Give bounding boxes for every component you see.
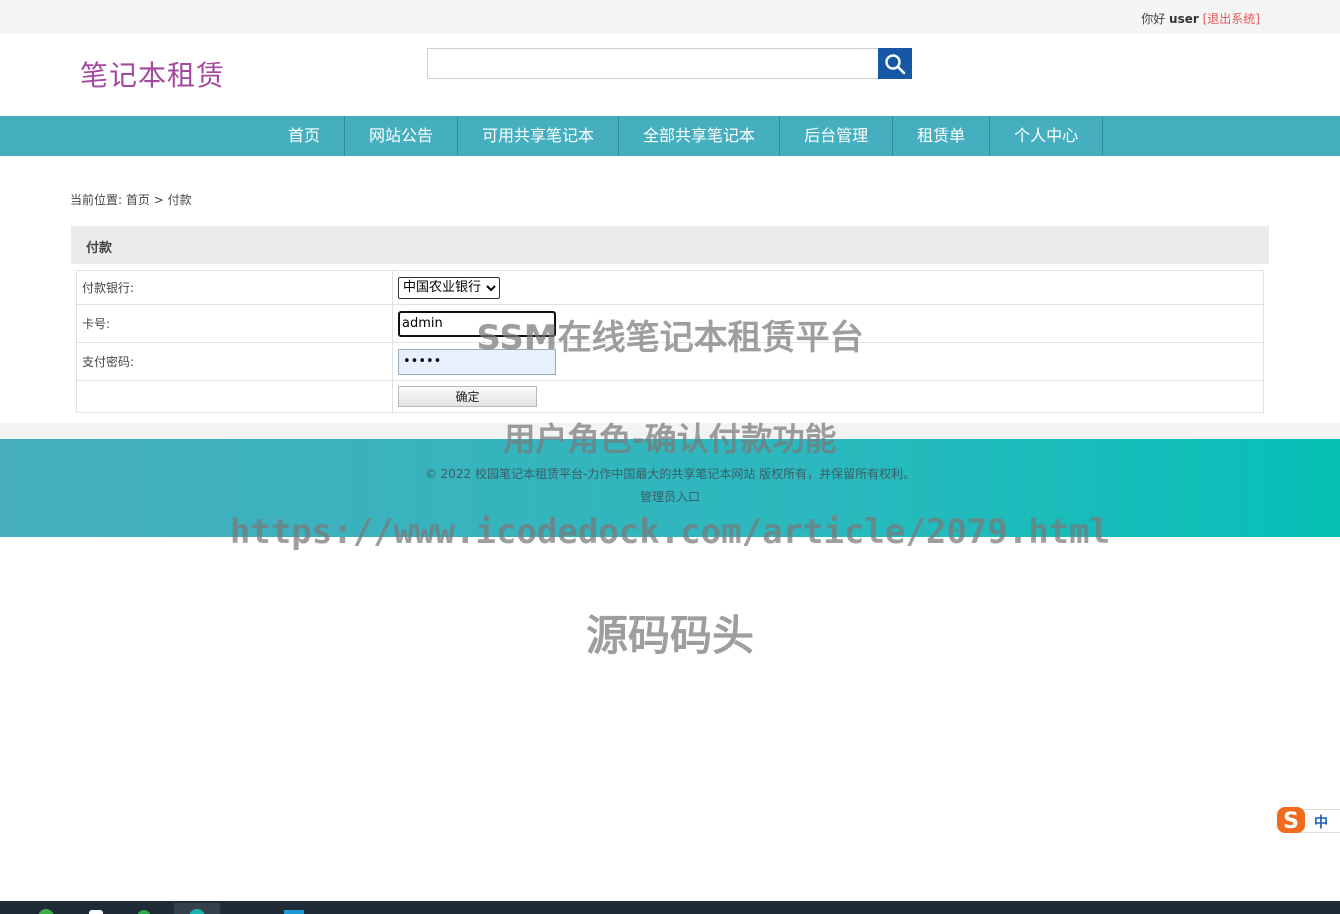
header: 笔记本租赁 xyxy=(0,34,1340,116)
top-bar: 你好 user [退出系统] xyxy=(0,0,1340,34)
taskbar-app-icon[interactable] xyxy=(36,903,62,914)
breadcrumb-prefix: 当前位置: xyxy=(70,193,123,207)
logout-link[interactable]: [退出系统] xyxy=(1203,12,1260,26)
nav-item-available-laptops[interactable]: 可用共享笔记本 xyxy=(458,116,620,156)
bank-label: 付款银行: xyxy=(76,270,393,305)
taskbar-app-icon[interactable] xyxy=(284,903,310,914)
breadcrumb-home[interactable]: 首页 xyxy=(126,193,150,207)
nav-item-rental-orders[interactable]: 租赁单 xyxy=(893,116,991,156)
confirm-button[interactable]: 确定 xyxy=(398,386,537,407)
taskbar-active-app[interactable] xyxy=(174,903,220,914)
nav-item-personal-center[interactable]: 个人中心 xyxy=(990,116,1104,156)
breadcrumb-separator: > xyxy=(153,193,164,207)
nav-item-home[interactable]: 首页 xyxy=(264,116,346,156)
greeting-text: 你好 xyxy=(1141,12,1166,26)
copyright-text: © 2022 校园笔记本租赁平台-力作中国最大的共享笔记本网站 版权所有，并保留… xyxy=(424,467,916,481)
payment-panel-header: 付款 xyxy=(71,226,1269,264)
form-row-bank: 付款银行: 中国农业银行 xyxy=(76,270,1264,305)
search-input[interactable] xyxy=(427,48,879,79)
watermark-url: https://www.icodedock.com/article/2079.h… xyxy=(229,512,1111,552)
username: user xyxy=(1169,12,1199,26)
watermark-brand: 源码码头 xyxy=(585,611,754,660)
user-area: 你好 user [退出系统] xyxy=(1141,10,1260,27)
search-icon xyxy=(885,53,906,74)
main-nav: 首页 网站公告 可用共享笔记本 全部共享笔记本 后台管理 租赁单 个人中心 xyxy=(0,116,1340,156)
breadcrumb-current: 付款 xyxy=(167,193,192,207)
nav-item-admin[interactable]: 后台管理 xyxy=(780,116,894,156)
nav-item-all-laptops[interactable]: 全部共享笔记本 xyxy=(619,116,781,156)
breadcrumb: 当前位置: 首页 > 付款 xyxy=(70,191,192,208)
search-button[interactable] xyxy=(878,48,912,79)
taskbar-app-icon[interactable] xyxy=(134,903,160,914)
sogou-ime-icon: S xyxy=(1277,807,1305,834)
nav-item-announcements[interactable]: 网站公告 xyxy=(345,116,459,156)
form-row-submit: 确定 xyxy=(76,380,1264,413)
svg-text:S: S xyxy=(1283,809,1299,834)
admin-entry-link[interactable]: 管理员入口 xyxy=(0,488,1340,505)
watermark-subtitle: 用户角色-确认付款功能 xyxy=(503,420,837,458)
os-taskbar xyxy=(0,901,1340,914)
ime-mode-label: 中 xyxy=(1314,815,1328,831)
panel-title: 付款 xyxy=(86,241,113,256)
watermark-title: SSM在线笔记本租赁平台 xyxy=(476,318,864,358)
taskbar-app-icon[interactable] xyxy=(86,903,112,914)
bank-select[interactable]: 中国农业银行 xyxy=(398,276,500,299)
site-logo[interactable]: 笔记本租赁 xyxy=(80,54,225,94)
ime-indicator[interactable]: S 中 xyxy=(1276,805,1340,835)
